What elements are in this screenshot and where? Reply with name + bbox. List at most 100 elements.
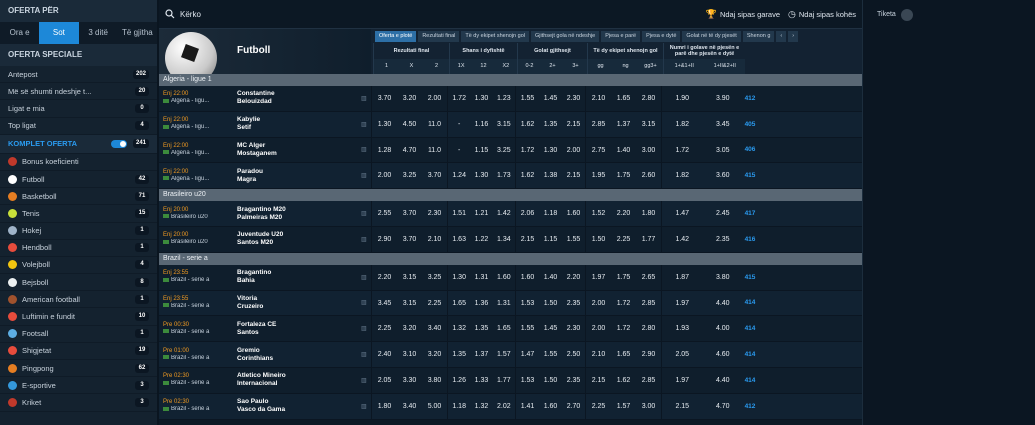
market-tab[interactable]: Të dy ekipet shenojn gol <box>461 31 529 42</box>
odd-button[interactable]: 3.45 <box>372 291 397 316</box>
odd-button[interactable]: 3.20 <box>397 86 422 111</box>
odd-button[interactable]: 1.47 <box>516 342 539 367</box>
more-markets-count[interactable]: 414 <box>743 325 757 332</box>
sport-item[interactable]: Pingpong 62 <box>0 360 157 378</box>
special-item[interactable]: Ligat e mia 0 <box>0 100 157 118</box>
odd-button[interactable]: 1.53 <box>516 368 539 393</box>
odd-button[interactable]: 1.97 <box>662 368 703 393</box>
odd-button[interactable]: 1.65 <box>493 316 515 341</box>
odd-button[interactable]: 1.57 <box>493 342 515 367</box>
search-icon[interactable] <box>165 9 175 19</box>
odd-button[interactable]: 3.90 <box>703 86 744 111</box>
odd-button[interactable]: 3.00 <box>636 138 661 163</box>
odd-button[interactable]: 1.16 <box>470 112 492 137</box>
odd-button[interactable]: 1.75 <box>611 163 636 188</box>
sport-item[interactable]: Luftimin e fundit 10 <box>0 308 157 326</box>
komplet-toggle[interactable] <box>110 139 127 148</box>
odd-button[interactable]: 2.02 <box>493 394 515 419</box>
odd-button[interactable]: 1.97 <box>586 265 611 290</box>
odd-button[interactable]: 1.72 <box>516 138 539 163</box>
sort-by-competition[interactable]: 🏆 Ndaj sipas garave <box>706 9 780 20</box>
market-tab[interactable]: Shenon g <box>742 31 775 42</box>
odd-button[interactable]: 1.60 <box>516 265 539 290</box>
odd-button[interactable]: 1.55 <box>516 316 539 341</box>
odd-button[interactable]: 1.95 <box>586 163 611 188</box>
odd-button[interactable]: 1.80 <box>372 394 397 419</box>
odd-button[interactable]: 2.00 <box>586 316 611 341</box>
odd-button[interactable]: 4.70 <box>397 138 422 163</box>
match-row[interactable]: Pre 02:30 Brazil - serie a Atletico Mineir… <box>159 367 862 394</box>
market-tab[interactable]: Oferta e plotë <box>375 31 417 42</box>
odd-button[interactable]: 2.85 <box>586 112 611 137</box>
tab-3-dite[interactable]: 3 ditë <box>79 22 118 44</box>
odd-button[interactable]: 2.15 <box>516 227 539 252</box>
stats-icon[interactable]: ▥ <box>361 274 371 281</box>
more-markets-count[interactable]: 412 <box>743 403 757 410</box>
match-row[interactable]: Enj 20:00 Brasileiro u20 Bragantino M20 Pal… <box>159 201 862 227</box>
odd-button[interactable]: 1.36 <box>470 291 492 316</box>
odd-button[interactable]: 1.53 <box>516 291 539 316</box>
odd-button[interactable]: 2.10 <box>586 86 611 111</box>
odd-button[interactable]: 3.25 <box>493 138 515 163</box>
odd-button[interactable]: 1.32 <box>470 394 492 419</box>
odd-button[interactable]: 2.80 <box>636 316 661 341</box>
match-teams[interactable]: Constantine Belouizdad <box>233 90 361 106</box>
odd-button[interactable]: 2.35 <box>562 368 585 393</box>
match-row[interactable]: Enj 23:55 Brazil - serie a Bragantino Bahia… <box>159 264 862 291</box>
sport-item[interactable]: Footsall 1 <box>0 326 157 343</box>
odd-button[interactable]: 3.10 <box>397 342 422 367</box>
odd-button[interactable]: 2.80 <box>636 86 661 111</box>
odd-button[interactable]: 1.51 <box>448 201 470 226</box>
market-tab[interactable]: Golat në të dy pjesët <box>682 31 741 42</box>
odd-button[interactable]: 3.70 <box>397 227 422 252</box>
odd-button[interactable]: 2.10 <box>586 342 611 367</box>
odd-button[interactable]: 1.62 <box>516 112 539 137</box>
sport-item[interactable]: Bonus koeficienti <box>0 154 157 171</box>
more-markets-count[interactable]: 416 <box>743 236 757 243</box>
sport-item[interactable]: Hendboll 1 <box>0 240 157 257</box>
odd-button[interactable]: 1.73 <box>493 163 515 188</box>
odd-button[interactable]: 2.00 <box>586 291 611 316</box>
match-teams[interactable]: Atletico Mineiro Internacional <box>233 372 361 388</box>
odd-button[interactable]: 4.00 <box>703 316 744 341</box>
odd-button[interactable]: 4.60 <box>703 342 744 367</box>
tab-te-gjitha[interactable]: Të gjitha <box>118 22 157 44</box>
odd-button[interactable]: 2.70 <box>562 394 585 419</box>
match-row[interactable]: Pre 01:00 Brazil - serie a Gremio Corinthia… <box>159 342 862 368</box>
odd-button[interactable]: 2.90 <box>636 342 661 367</box>
match-teams[interactable]: MC Alger Mostaganem <box>233 142 361 158</box>
odd-button[interactable]: 1.38 <box>539 163 562 188</box>
chevron-right-icon[interactable]: › <box>788 31 799 42</box>
odd-button[interactable]: 1.77 <box>636 227 661 252</box>
sport-item[interactable]: Basketboll 71 <box>0 188 157 206</box>
odd-button[interactable]: 1.80 <box>636 201 661 226</box>
match-teams[interactable]: Fortaleza CE Santos <box>233 321 361 337</box>
odd-button[interactable]: 1.77 <box>493 368 515 393</box>
odd-button[interactable]: 1.42 <box>662 227 703 252</box>
match-teams[interactable]: Kabylie Setif <box>233 116 361 132</box>
odd-button[interactable]: 2.55 <box>372 201 397 226</box>
odd-button[interactable]: 1.18 <box>539 201 562 226</box>
odd-button[interactable]: 1.55 <box>562 227 585 252</box>
more-markets-count[interactable]: 415 <box>743 172 757 179</box>
odd-button[interactable]: 3.15 <box>493 112 515 137</box>
sport-item[interactable]: Kriket 3 <box>0 394 157 412</box>
odd-button[interactable]: 2.85 <box>636 291 661 316</box>
odd-button[interactable]: 1.90 <box>662 86 703 111</box>
match-teams[interactable]: Gremio Corinthians <box>233 347 361 363</box>
odd-button[interactable]: 1.35 <box>448 342 470 367</box>
odd-button[interactable]: 2.30 <box>562 316 585 341</box>
odd-button[interactable]: 3.15 <box>397 265 422 290</box>
sport-item[interactable]: American football 1 <box>0 291 157 309</box>
odd-button[interactable]: 1.22 <box>470 227 492 252</box>
special-item[interactable]: Top ligat 4 <box>0 118 157 135</box>
odd-button[interactable]: 3.45 <box>703 112 744 137</box>
search-input[interactable]: Kërko <box>180 10 698 19</box>
sport-item[interactable]: Volejboll 4 <box>0 257 157 275</box>
more-markets-count[interactable]: 415 <box>743 274 757 281</box>
stats-icon[interactable]: ▥ <box>361 236 371 243</box>
odd-button[interactable]: 1.40 <box>539 265 562 290</box>
komplet-oferta-row[interactable]: KOMPLET OFERTA 241 <box>0 134 157 154</box>
more-markets-count[interactable]: 405 <box>743 121 757 128</box>
odd-button[interactable]: 1.72 <box>611 316 636 341</box>
